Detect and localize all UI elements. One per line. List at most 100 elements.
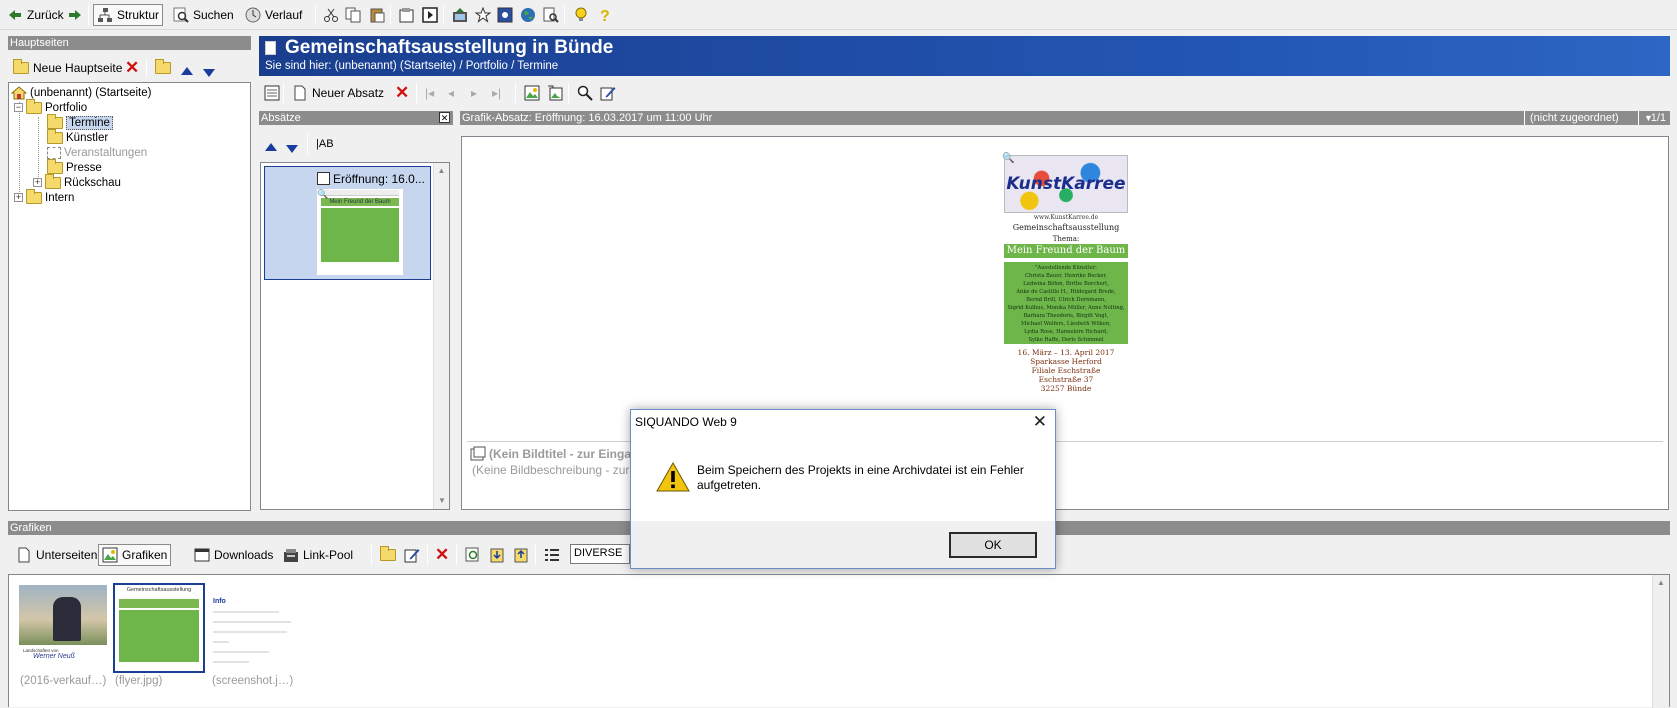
tab-linkpool[interactable]: Link-Pool	[280, 544, 356, 566]
image-settings-button[interactable]	[544, 82, 566, 104]
folder-icon	[47, 158, 63, 174]
folder-icon	[26, 188, 42, 204]
filter-select[interactable]: DIVERSE	[570, 544, 630, 564]
flyer-logo: KunstKarree	[1004, 155, 1128, 213]
publish-button[interactable]	[449, 4, 471, 26]
tree-item-kuenstler[interactable]: Künstler	[47, 128, 108, 145]
find-graphic-button[interactable]	[462, 544, 484, 566]
back-button[interactable]: Zurück	[4, 4, 67, 26]
flyer-artist-line: Barbara Theodoris, Birgitt Vogt,	[1023, 313, 1109, 319]
folder-icon	[155, 59, 171, 74]
ok-button[interactable]: OK	[949, 532, 1037, 558]
delete-graphic-button[interactable]: ✕	[432, 544, 452, 566]
page-search-button[interactable]	[540, 4, 562, 26]
export-graphic-button[interactable]	[486, 544, 508, 566]
history-button[interactable]: Verlauf	[242, 4, 305, 26]
edit-graphic-button[interactable]	[401, 544, 423, 566]
move-down-button[interactable]	[200, 62, 218, 84]
next-button[interactable]: ▸	[468, 82, 480, 104]
paragraph-view-button[interactable]	[261, 82, 283, 104]
last-button[interactable]: ▸|	[489, 82, 504, 104]
paste-button[interactable]	[366, 4, 388, 26]
image-settings-icon	[547, 85, 563, 101]
favorites-button[interactable]	[472, 4, 494, 26]
tree-item-rueckschau[interactable]: + Rückschau	[33, 173, 121, 190]
graphics-scrollbar[interactable]: ▲	[1652, 575, 1669, 708]
paragraph-down-button[interactable]	[283, 138, 301, 160]
delete-paragraph-button[interactable]: ✕	[392, 82, 412, 104]
thumb-heading: Mein Freund der Baum	[321, 198, 399, 206]
page-icon	[265, 41, 276, 55]
cut-button[interactable]	[320, 4, 342, 26]
tree-item-intern[interactable]: + Intern	[14, 188, 74, 205]
arrow-down-icon	[203, 69, 215, 77]
paragraphs-scrollbar[interactable]: ▲ ▼	[433, 163, 449, 509]
new-folder-button[interactable]	[152, 57, 174, 79]
sidebar-header: Hauptseiten	[8, 36, 251, 50]
paragraphs-header: Absätze ✕	[259, 111, 453, 125]
delete-page-button[interactable]: ✕	[122, 57, 142, 79]
flyer-artist-line: Sylke Raffe, Doris Schimmel	[1028, 337, 1104, 343]
image-title-field[interactable]: (Kein Bildtitel - zur Eingab	[470, 446, 638, 462]
error-dialog: SIQUANDO Web 9 ✕ Beim Speichern des Proj…	[630, 409, 1056, 569]
arrow-up-icon	[181, 67, 193, 75]
paragraph-item[interactable]: Eröffnung: 16.0... Mein Freund der Baum …	[264, 166, 431, 280]
lightbulb-icon	[573, 7, 589, 23]
arrow-down-icon	[286, 145, 298, 153]
image-icon	[497, 7, 513, 23]
help-button[interactable]: ?	[594, 4, 616, 26]
rename-button[interactable]: |AB	[313, 133, 337, 155]
paragraph-up-button[interactable]	[262, 136, 280, 158]
graphic-thumbnail[interactable]: Landschaften von Werner Neuß	[19, 585, 107, 671]
expand-icon[interactable]: +	[14, 193, 23, 202]
page-header: Gemeinschaftsausstellung in Bünde Sie si…	[259, 36, 1670, 76]
import-graphic-button[interactable]	[510, 544, 532, 566]
globe-icon	[520, 7, 536, 23]
dialog-titlebar: SIQUANDO Web 9 ✕	[631, 410, 1055, 436]
flyer-artist-line: Christa Bauer, Henrike Becker,	[1025, 273, 1107, 279]
tab-graphics[interactable]: Grafiken	[98, 544, 172, 566]
view-mode-button[interactable]	[541, 544, 563, 566]
tab-downloads[interactable]: Downloads	[191, 544, 276, 566]
close-icon[interactable]: ✕	[439, 112, 450, 123]
first-button[interactable]: |◂	[422, 82, 437, 104]
arrow-up-icon	[265, 143, 277, 151]
insert-image-button[interactable]	[521, 82, 543, 104]
copy-button[interactable]	[342, 4, 364, 26]
page-tree: (unbenannt) (Startseite) − Portfolio Ter…	[8, 82, 251, 511]
tips-button[interactable]	[570, 4, 592, 26]
next-icon: ▸	[471, 86, 478, 100]
graphic-thumbnail[interactable]: Info	[211, 585, 299, 671]
web-button[interactable]	[517, 4, 539, 26]
new-page-button[interactable]: Neue Hauptseite	[10, 57, 125, 79]
search-button[interactable]: Suchen	[170, 4, 237, 26]
zoom-button[interactable]	[574, 82, 596, 104]
prev-button[interactable]: ◂	[445, 82, 457, 104]
collapse-icon[interactable]: −	[14, 103, 23, 112]
export-icon	[489, 547, 505, 563]
assignment-dropdown[interactable]: (nicht zugeordnet)	[1524, 111, 1637, 125]
page-counter: 1/1	[1650, 112, 1666, 124]
expand-icon[interactable]: +	[33, 178, 42, 187]
preview-button[interactable]	[419, 4, 441, 26]
structure-button[interactable]: Struktur	[93, 4, 164, 26]
magnifier-icon: 🔍	[317, 189, 329, 199]
edit-button[interactable]	[597, 82, 619, 104]
tree-item-veranstaltungen[interactable]: Veranstaltungen	[47, 145, 147, 160]
tree-item-termine[interactable]: Termine	[47, 113, 113, 130]
tree-item-presse[interactable]: Presse	[47, 158, 102, 175]
window-border	[1673, 30, 1677, 707]
graphic-thumbnail[interactable]: Gemeinschaftsausstellung	[113, 583, 205, 673]
move-up-button[interactable]	[178, 60, 196, 82]
add-graphic-button[interactable]	[377, 544, 399, 566]
properties-button[interactable]	[396, 4, 418, 26]
search-icon	[173, 7, 189, 23]
image-editor-button[interactable]	[494, 4, 516, 26]
forward-button[interactable]	[64, 4, 86, 26]
thumbnail-label: (2016-verkauf…)	[20, 675, 107, 687]
tab-subpages[interactable]: Unterseiten	[13, 544, 100, 566]
clipboard-icon	[369, 7, 385, 23]
close-icon[interactable]: ✕	[1033, 412, 1047, 432]
prev-icon: ◂	[448, 86, 455, 100]
new-paragraph-button[interactable]: Neuer Absatz	[289, 82, 387, 104]
